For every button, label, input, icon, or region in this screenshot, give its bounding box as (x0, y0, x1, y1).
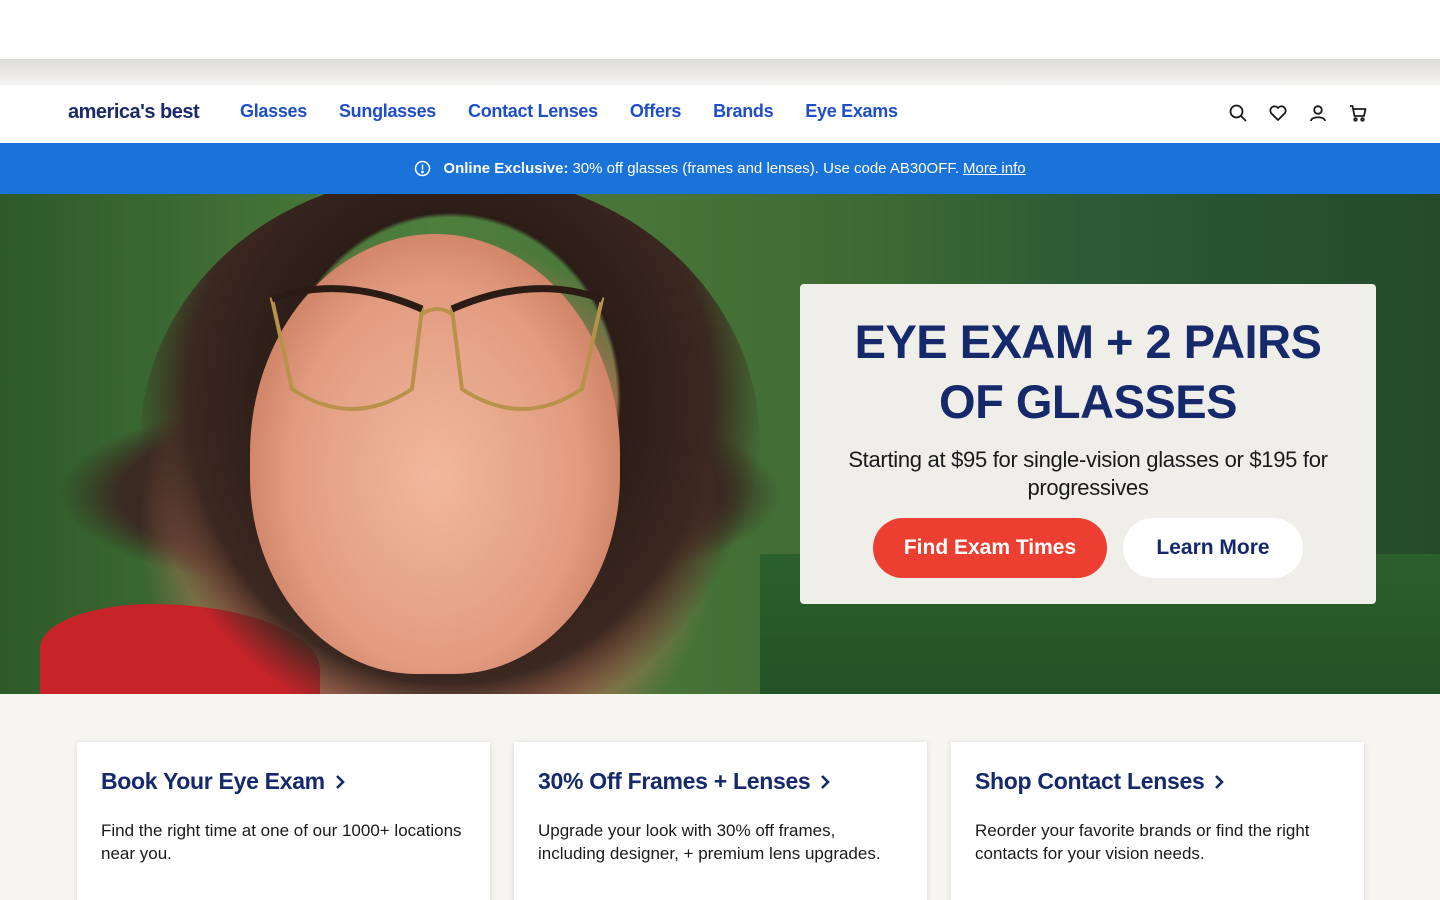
main-nav: Glasses Sunglasses Contact Lenses Offers… (240, 101, 930, 122)
find-exam-times-button[interactable]: Find Exam Times (873, 518, 1107, 578)
card-description: Upgrade your look with 30% off frames, i… (538, 821, 881, 863)
hero-card: EYE EXAM + 2 PAIRS OF GLASSES Starting a… (800, 284, 1376, 604)
header-shadow-band (0, 59, 1440, 85)
nav-eye-exams[interactable]: Eye Exams (805, 101, 898, 122)
chevron-right-icon (821, 774, 831, 789)
hero-glasses (269, 285, 605, 411)
card-title-link[interactable]: Shop Contact Lenses (975, 768, 1340, 795)
account-icon[interactable] (1308, 103, 1328, 123)
learn-more-button[interactable]: Learn More (1123, 518, 1303, 578)
nav-offers[interactable]: Offers (630, 101, 682, 122)
card-title-text: 30% Off Frames + Lenses (538, 768, 811, 794)
promo-more-info-link[interactable]: More info (963, 160, 1026, 177)
card-title-text: Shop Contact Lenses (975, 768, 1205, 794)
card-description: Reorder your favorite brands or find the… (975, 821, 1310, 863)
hero-banner: EYE EXAM + 2 PAIRS OF GLASSES Starting a… (0, 194, 1440, 694)
card-title-text: Book Your Eye Exam (101, 768, 325, 794)
promo-text: 30% off glasses (frames and lenses). Use… (572, 160, 960, 177)
hero-title: EYE EXAM + 2 PAIRS OF GLASSES (854, 315, 1322, 428)
feature-cards: Book Your Eye Exam Find the right time a… (77, 742, 1364, 900)
cart-icon[interactable] (1348, 103, 1368, 123)
info-icon (415, 160, 431, 177)
promo-banner: Online Exclusive: 30% off glasses (frame… (0, 143, 1440, 194)
hero-subtitle: Starting at $95 for single-vision glasse… (848, 447, 1328, 500)
chevron-right-icon (1215, 774, 1225, 789)
card-description: Find the right time at one of our 1000+ … (101, 821, 462, 863)
search-icon[interactable] (1228, 103, 1248, 123)
nav-contact-lenses[interactable]: Contact Lenses (468, 101, 598, 122)
card-frames-lenses-offer[interactable]: 30% Off Frames + Lenses Upgrade your loo… (514, 742, 927, 900)
card-title-link[interactable]: 30% Off Frames + Lenses (538, 768, 903, 795)
nav-brands[interactable]: Brands (713, 101, 774, 122)
card-book-eye-exam[interactable]: Book Your Eye Exam Find the right time a… (77, 742, 490, 900)
top-white-bar (0, 0, 1440, 59)
promo-bold-label: Online Exclusive: (443, 160, 569, 177)
site-header: america's best Glasses Sunglasses Contac… (0, 85, 1440, 143)
card-title-link[interactable]: Book Your Eye Exam (101, 768, 466, 795)
heart-icon[interactable] (1268, 103, 1288, 123)
header-icons (1228, 103, 1368, 123)
hero-buttons: Find Exam Times Learn More (800, 518, 1376, 578)
logo[interactable]: america's best (68, 101, 200, 124)
chevron-right-icon (335, 774, 345, 789)
nav-glasses[interactable]: Glasses (240, 101, 307, 122)
nav-sunglasses[interactable]: Sunglasses (339, 101, 436, 122)
card-shop-contact-lenses[interactable]: Shop Contact Lenses Reorder your favorit… (951, 742, 1364, 900)
